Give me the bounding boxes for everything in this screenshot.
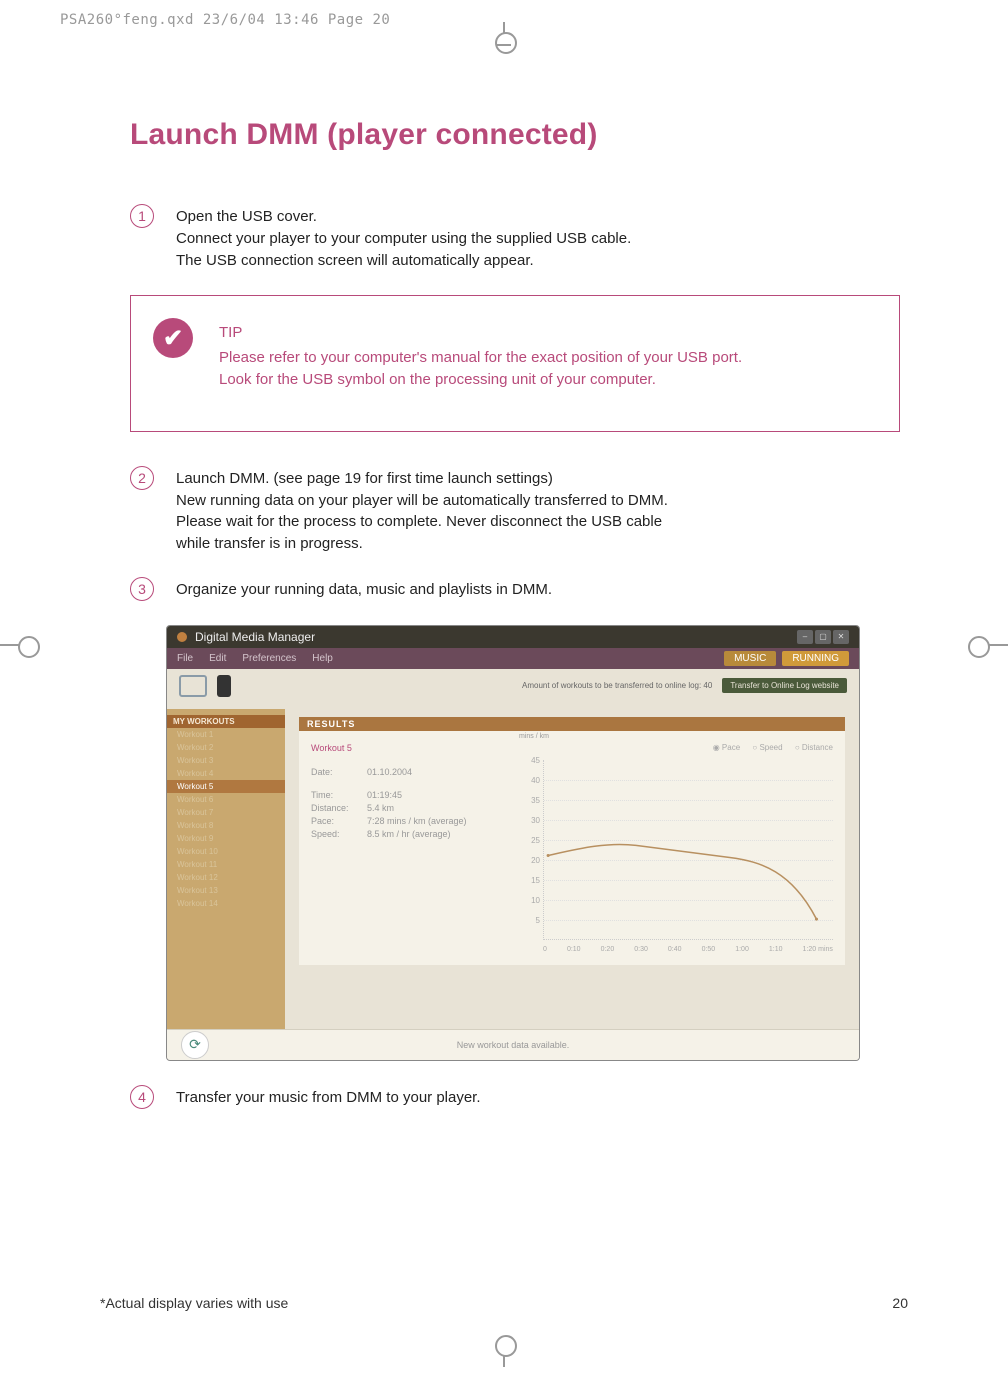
chart-radio-group: ◉ Pace ○ Speed ○ Distance (523, 743, 833, 752)
check-icon: ✔ (153, 318, 193, 358)
radio-pace[interactable]: ◉ Pace (713, 743, 740, 752)
workout-details: Workout 5 Date:01.10.2004 Time:01:19:45 … (311, 743, 511, 953)
radio-distance[interactable]: ○ Distance (795, 743, 833, 752)
chart-line (544, 760, 833, 939)
sidebar-item[interactable]: Workout 13 (167, 884, 285, 897)
dmm-screenshot: Digital Media Manager – ▢ ✕ File Edit Pr… (166, 625, 860, 1061)
step-4-number: 4 (130, 1085, 154, 1109)
chart-ylabel: mins / km (519, 733, 549, 740)
tip-box: ✔ TIP Please refer to your computer's ma… (130, 295, 900, 432)
results-header: RESULTS (299, 717, 845, 731)
sidebar-item[interactable]: Workout 4 (167, 767, 285, 780)
dmm-titlebar: Digital Media Manager – ▢ ✕ (167, 626, 859, 648)
sidebar-header: MY WORKOUTS (167, 715, 285, 728)
transfer-info: Amount of workouts to be transferred to … (522, 681, 712, 690)
step-1: 1 Open the USB cover. Connect your playe… (130, 206, 900, 271)
sidebar-item[interactable]: Workout 12 (167, 871, 285, 884)
minimize-icon[interactable]: – (797, 630, 813, 644)
step-2: 2 Launch DMM. (see page 19 for first tim… (130, 468, 900, 555)
close-icon[interactable]: ✕ (833, 630, 849, 644)
crop-mark-bottom (495, 1335, 513, 1367)
tip-label: TIP (219, 324, 742, 341)
sidebar-item[interactable]: Workout 6 (167, 793, 285, 806)
sidebar-item[interactable]: Workout 10 (167, 845, 285, 858)
pace-chart: 45 40 35 30 25 20 15 10 5 (543, 760, 833, 940)
sidebar-item[interactable]: Workout 8 (167, 819, 285, 832)
menu-preferences[interactable]: Preferences (242, 653, 296, 664)
sync-icon: ⟳ (189, 1036, 201, 1053)
step-4-text: Transfer your music from DMM to your pla… (176, 1087, 481, 1109)
sidebar-item[interactable]: Workout 11 (167, 858, 285, 871)
transfer-button[interactable]: Transfer to Online Log website (722, 678, 847, 693)
dmm-menubar: File Edit Preferences Help MUSIC RUNNING (167, 648, 859, 669)
step-1-number: 1 (130, 204, 154, 228)
crop-mark-left (0, 636, 40, 656)
tip-text: Please refer to your computer's manual f… (219, 347, 742, 391)
crop-mark-top (495, 22, 513, 54)
step-3-number: 3 (130, 577, 154, 601)
menu-help[interactable]: Help (312, 653, 333, 664)
menu-edit[interactable]: Edit (209, 653, 226, 664)
step-2-text: Launch DMM. (see page 19 for first time … (176, 468, 668, 555)
workout-name: Workout 5 (311, 743, 511, 753)
sidebar-item[interactable]: Workout 9 (167, 832, 285, 845)
step-4: 4 Transfer your music from DMM to your p… (130, 1087, 900, 1109)
step-3: 3 Organize your running data, music and … (130, 579, 900, 601)
footer-note: *Actual display varies with use (100, 1295, 288, 1311)
step-2-number: 2 (130, 466, 154, 490)
menu-file[interactable]: File (177, 653, 193, 664)
radio-speed[interactable]: ○ Speed (752, 743, 782, 752)
print-header: PSA260°feng.qxd 23/6/04 13:46 Page 20 (60, 12, 390, 28)
computer-icon (179, 675, 207, 697)
sidebar-item-selected[interactable]: Workout 5 (167, 780, 285, 793)
step-3-text: Organize your running data, music and pl… (176, 579, 552, 601)
sidebar-item[interactable]: Workout 1 (167, 728, 285, 741)
sidebar-item[interactable]: Workout 14 (167, 897, 285, 910)
dmm-footer: ⟳ New workout data available. (167, 1029, 859, 1060)
window-title: Digital Media Manager (195, 630, 315, 644)
workout-sidebar: MY WORKOUTS Workout 1 Workout 2 Workout … (167, 709, 285, 1029)
sidebar-item[interactable]: Workout 7 (167, 806, 285, 819)
sync-button[interactable]: ⟳ (181, 1031, 209, 1059)
sidebar-item[interactable]: Workout 2 (167, 741, 285, 754)
crop-mark-right (968, 636, 1008, 656)
sidebar-item[interactable]: Workout 3 (167, 754, 285, 767)
chart-xaxis: 0 0:10 0:20 0:30 0:40 0:50 1:00 1:10 1:2… (543, 946, 833, 953)
page-title: Launch DMM (player connected) (130, 118, 900, 152)
step-1-text: Open the USB cover. Connect your player … (176, 206, 631, 271)
app-icon (177, 632, 187, 642)
maximize-icon[interactable]: ▢ (815, 630, 831, 644)
footer-status: New workout data available. (457, 1040, 570, 1050)
tab-music[interactable]: MUSIC (724, 651, 776, 666)
page-number: 20 (892, 1295, 908, 1311)
player-icon (217, 675, 231, 697)
tab-running[interactable]: RUNNING (782, 651, 849, 666)
